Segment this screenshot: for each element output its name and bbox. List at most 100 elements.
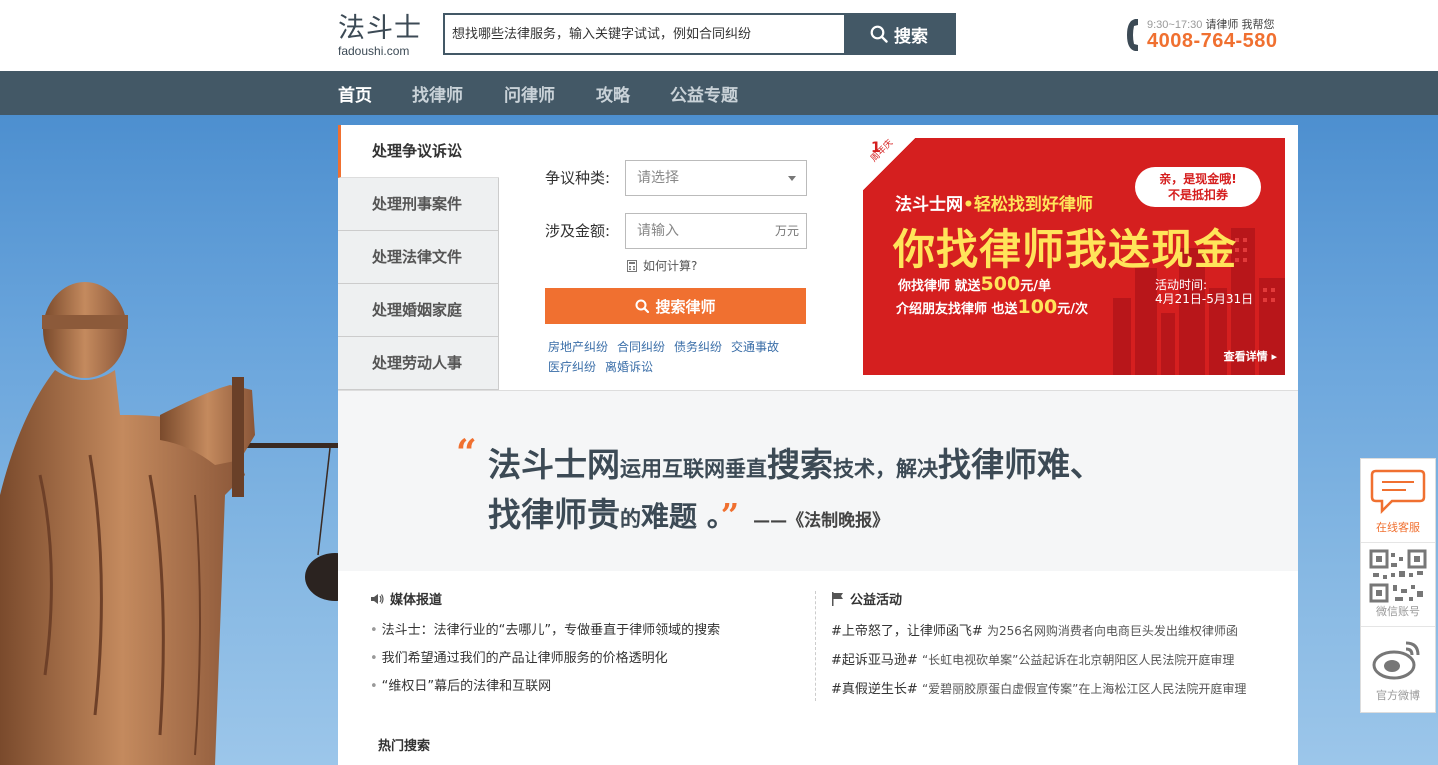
media-item[interactable]: • “维权日”幕后的法律和互联网 [370, 673, 720, 701]
charity-text: “爱碧丽胶原蛋白虚假宣传案”在上海松江区人民法院开庭审理 [921, 682, 1247, 696]
search-box: 搜索 [443, 13, 956, 55]
how-to-calc-label: 如何计算? [643, 259, 698, 273]
search-button-label: 搜索 [894, 26, 928, 47]
nav-ask-lawyer[interactable]: 问律师 [504, 81, 555, 106]
online-service-label: 在线客服 [1376, 521, 1420, 534]
banner-headline: 你找律师我送现金 [893, 225, 1238, 274]
wechat-button[interactable]: 微信账号 [1361, 543, 1435, 627]
quote-part-7: 找律师贵 [488, 495, 620, 534]
tab-labor[interactable]: 处理劳动人事 [338, 337, 499, 390]
logo-text-en: fadoushi.com [338, 44, 410, 58]
charity-tag: #真假逆生长# [831, 682, 918, 697]
main-nav: 首页 找律师 问律师 攻略 公益专题 [0, 71, 1438, 115]
nav-home[interactable]: 首页 [338, 81, 372, 106]
tab-legal-docs[interactable]: 处理法律文件 [338, 231, 499, 284]
nav-charity[interactable]: 公益专题 [670, 81, 738, 106]
side-float-panel: 在线客服 微信账号 官方微博 [1360, 458, 1436, 713]
quote-line-1: 法斗士网运用互联网垂直搜索技术，解决找律师难、 [488, 438, 1103, 486]
quote-part-3: 互联网垂直 [662, 457, 767, 481]
bubble-line-1: 亲，是现金哦! [1159, 172, 1237, 186]
offer-2-unit: 元/次 [1057, 302, 1088, 317]
news-divider [815, 591, 816, 701]
quote-part-8: 的 [620, 507, 641, 531]
banner-offer-2: 介绍朋友找律师 也送100元/次 [896, 296, 1088, 318]
quick-link-medical[interactable]: 医疗纠纷 [548, 360, 596, 374]
tab-marriage[interactable]: 处理婚姻家庭 [338, 284, 499, 337]
press-quote: “ 法斗士网运用互联网垂直搜索技术，解决找律师难、 找律师贵的难题 。” ——《法… [338, 390, 1298, 571]
bubble-line-2: 不是抵扣券 [1167, 188, 1228, 202]
banner-speech-bubble: 亲，是现金哦! 不是抵扣券 [1135, 167, 1261, 207]
online-service-button[interactable]: 在线客服 [1361, 459, 1435, 543]
media-title: 媒体报道 [370, 589, 720, 608]
quote-part-9: 难题 。 [641, 500, 721, 533]
bullet-icon: • [370, 679, 378, 694]
quote-part-5: 技术，解决 [833, 457, 938, 481]
charity-tag: #起诉亚马逊# [831, 653, 918, 668]
how-to-calc-link[interactable]: 如何计算? [627, 257, 697, 274]
site-logo[interactable]: 法斗士 fadoushi.com [338, 13, 428, 59]
logo-text-cn: 法斗士 [338, 13, 422, 44]
tab-criminal[interactable]: 处理刑事案件 [338, 178, 499, 231]
nav-find-lawyer[interactable]: 找律师 [412, 81, 463, 106]
tab-dispute[interactable]: 处理争议诉讼 [338, 125, 499, 178]
offer-2-text: 介绍朋友找律师 也送 [896, 302, 1018, 317]
weibo-button[interactable]: 官方微博 [1361, 627, 1435, 711]
media-item[interactable]: • 法斗士：法律行业的“去哪儿”，专做垂直于律师领域的搜索 [370, 617, 720, 645]
quote-close-mark: ” [720, 496, 740, 534]
hotline-number[interactable]: 4008-764-580 [1147, 30, 1278, 53]
calculator-icon [627, 259, 637, 272]
quote-part-6: 找律师难、 [938, 445, 1103, 484]
hotline: 9:30~17:30 请律师 我帮您 4008-764-580 [1125, 16, 1300, 56]
quick-link-real-estate[interactable]: 房地产纠纷 [548, 340, 608, 354]
banner-detail-link[interactable]: 查看详情 ▸ [1224, 348, 1277, 364]
banner-dot: • [963, 195, 974, 215]
quick-link-debt[interactable]: 债务纠纷 [674, 340, 722, 354]
quick-links: 房地产纠纷 合同纠纷 债务纠纷 交通事故 医疗纠纷 离婚诉讼 [548, 337, 808, 377]
time-value: 4月21日-5月31日 [1155, 292, 1254, 306]
quote-part-2: 运用 [620, 457, 662, 481]
time-label: 活动时间: [1155, 278, 1208, 292]
charity-item[interactable]: #起诉亚马逊# “长虹电视砍单案”公益起诉在北京朝阳区人民法院开庭审理 [831, 646, 1246, 675]
promo-banner[interactable]: 1 周年庆 法斗士网•轻松找到好律师 亲，是现金哦! 不是抵扣券 你找律师我送现… [863, 138, 1285, 375]
charity-title: 公益活动 [831, 589, 1246, 608]
amount-label: 涉及金额: [545, 222, 611, 240]
dispute-type-label: 争议种类: [545, 169, 611, 187]
media-title-label: 媒体报道 [390, 593, 443, 608]
nav-guides[interactable]: 攻略 [596, 81, 630, 106]
amount-input[interactable]: 请输入 万元 [625, 213, 807, 249]
header: 法斗士 fadoushi.com 搜索 9:30~17:30 请律师 我帮您 4… [0, 0, 1438, 71]
search-input[interactable] [445, 15, 845, 53]
dispute-type-select[interactable]: 请选择 [625, 160, 807, 196]
media-item[interactable]: • 我们希望通过我们的产品让律师服务的价格透明化 [370, 645, 720, 673]
charity-item[interactable]: #上帝怒了，让律师函飞# 为256名网购消费者向电商巨头发出维权律师函 [831, 617, 1246, 646]
charity-tag: #上帝怒了，让律师函飞# [831, 624, 983, 639]
search-icon [870, 25, 888, 43]
quick-link-traffic[interactable]: 交通事故 [731, 340, 779, 354]
dispute-type-placeholder: 请选择 [637, 170, 679, 186]
media-item-text: “维权日”幕后的法律和互联网 [381, 679, 552, 694]
search-button[interactable]: 搜索 [844, 15, 954, 53]
phone-icon [1127, 19, 1138, 51]
banner-time: 活动时间: 4月21日-5月31日 [1155, 278, 1253, 306]
service-tabs: 处理争议诉讼 处理刑事案件 处理法律文件 处理婚姻家庭 处理劳动人事 [338, 125, 499, 390]
amount-unit: 万元 [774, 224, 799, 238]
quick-link-contract[interactable]: 合同纠纷 [617, 340, 665, 354]
media-reports: 媒体报道 • 法斗士：法律行业的“去哪儿”，专做垂直于律师领域的搜索 • 我们希望通… [370, 589, 720, 701]
justice-statue-image [0, 282, 338, 765]
charity-item[interactable]: #真假逆生长# “爱碧丽胶原蛋白虚假宣传案”在上海松江区人民法院开庭审理 [831, 675, 1246, 704]
flag-icon [832, 591, 843, 606]
weibo-label: 官方微博 [1376, 689, 1420, 702]
search-icon [635, 299, 650, 313]
bullet-icon: • [370, 651, 378, 666]
search-lawyer-button[interactable]: 搜索律师 [545, 288, 806, 324]
speaker-icon [371, 593, 384, 604]
offer-1-text: 你找律师 就送 [898, 279, 981, 294]
lawyer-search-form: 争议种类: 请选择 涉及金额: 请输入 万元 如何计算? 搜索律师 房地产纠纷合… [499, 125, 819, 390]
search-lawyer-label: 搜索律师 [655, 297, 716, 316]
media-item-text: 法斗士：法律行业的“去哪儿”，专做垂直于律师领域的搜索 [381, 623, 721, 638]
quick-link-divorce[interactable]: 离婚诉讼 [605, 360, 653, 374]
news-section: 媒体报道 • 法斗士：法律行业的“去哪儿”，专做垂直于律师领域的搜索 • 我们希望通… [338, 571, 1298, 765]
chevron-down-icon [788, 176, 796, 181]
banner-slogan: 轻松找到好律师 [973, 195, 1093, 215]
hot-search-title: 热门搜索 [378, 739, 431, 754]
